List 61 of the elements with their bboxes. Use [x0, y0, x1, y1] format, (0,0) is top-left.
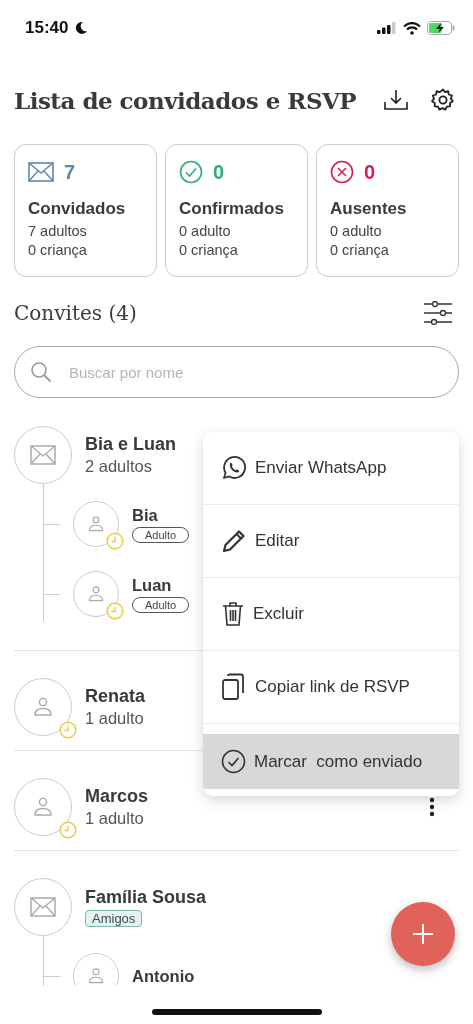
trash-icon — [221, 601, 245, 627]
add-button[interactable] — [391, 902, 455, 966]
stat-label: Confirmados — [179, 199, 285, 219]
envelope-icon — [28, 162, 54, 182]
menu-item[interactable]: Editar — [203, 505, 459, 578]
signal-icon — [377, 22, 397, 34]
search-icon — [30, 361, 52, 383]
group-tag: Amigos — [85, 910, 143, 927]
filter-icon[interactable] — [423, 301, 453, 325]
invite-detail: 2 adultos — [85, 457, 152, 476]
invite-name: Marcos — [85, 786, 149, 807]
download-icon[interactable] — [383, 88, 409, 112]
member-name: Antonio — [132, 966, 195, 986]
stat-adults: 7 adultos — [28, 222, 88, 241]
menu-item[interactable]: Copiar link de RSVP — [203, 651, 459, 724]
invite-name: Renata — [85, 686, 146, 707]
stat-card[interactable]: 7 Convidados 7 adultos 0 criança — [14, 144, 157, 277]
page-title: Lista de convidados e RSVP — [14, 86, 358, 114]
cross-circle-icon — [330, 160, 354, 184]
battery-icon — [427, 21, 455, 35]
more-icon[interactable] — [429, 797, 435, 817]
stat-children: 0 criança — [330, 241, 390, 260]
stat-adults: 0 adulto — [179, 222, 232, 241]
member-name: Luan — [132, 575, 172, 595]
section-title: Convites (4) — [14, 301, 138, 325]
person-icon — [86, 966, 106, 986]
moon-icon — [74, 21, 89, 35]
stat-card[interactable]: 0 Confirmados 0 adulto 0 criança — [165, 144, 308, 277]
person-icon — [31, 795, 55, 819]
envelope-icon — [30, 897, 56, 917]
stat-label: Ausentes — [330, 199, 408, 219]
status-time: 15:40 — [25, 18, 69, 38]
invite-detail: 1 adulto — [85, 809, 144, 828]
check-circle-icon — [179, 160, 203, 184]
invite-name: Família Sousa — [85, 887, 207, 908]
stat-card[interactable]: 0 Ausentes 0 adulto 0 criança — [316, 144, 459, 277]
stat-label: Convidados — [28, 199, 127, 219]
stat-children: 0 criança — [179, 241, 239, 260]
search-field[interactable]: Buscar por nome — [14, 346, 459, 398]
stat-adults: 0 adulto — [330, 222, 383, 241]
stat-count: 0 — [213, 160, 225, 184]
member-name: Bia — [132, 505, 158, 525]
wifi-icon — [403, 21, 421, 35]
person-icon — [31, 695, 55, 719]
pencil-icon — [221, 528, 247, 554]
check-circle-icon — [221, 749, 246, 774]
plus-icon — [412, 923, 434, 945]
stat-count: 7 — [64, 160, 76, 184]
copy-icon — [221, 673, 247, 701]
stat-children: 0 criança — [28, 241, 88, 260]
invite-name: Bia e Luan — [85, 434, 177, 455]
settings-icon[interactable] — [431, 88, 455, 112]
person-icon — [86, 584, 106, 604]
stat-count: 0 — [364, 160, 376, 184]
person-icon — [86, 514, 106, 534]
menu-item[interactable]: Excluir — [203, 578, 459, 651]
invite-detail: 1 adulto — [85, 709, 144, 728]
envelope-icon — [30, 445, 56, 465]
menu-item[interactable]: Marcar como enviado — [203, 734, 459, 789]
chat-phone-icon — [221, 455, 247, 481]
menu-item[interactable]: Enviar WhatsApp — [203, 432, 459, 505]
